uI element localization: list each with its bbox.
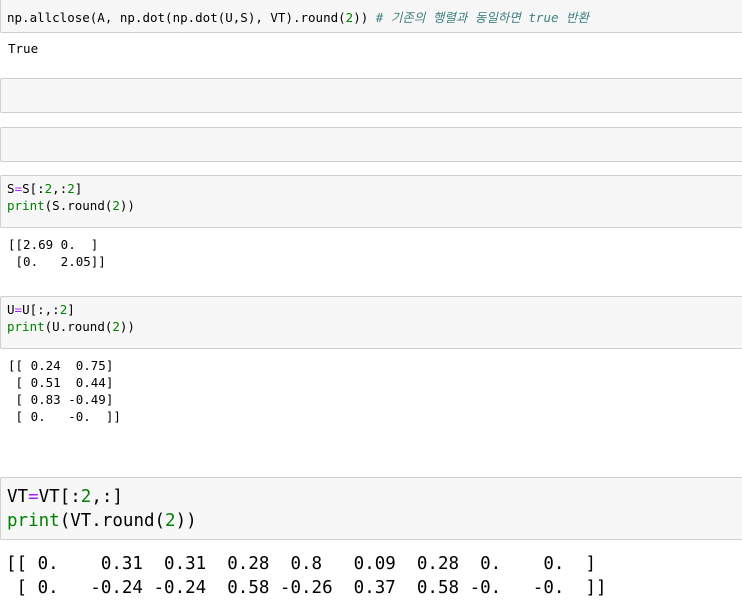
code-text: ]: [74, 181, 83, 196]
code-text: (S.round(: [44, 198, 113, 213]
cell-output-vt-matrix: [[ 0. 0.31 0.31 0.28 0.8 0.09 0.28 0. 0.…: [6, 554, 607, 598]
code-operator: =: [14, 181, 23, 196]
code-text: ,:]: [91, 487, 123, 507]
cell-output-u-matrix: [[ 0.24 0.75] [ 0.51 0.44] [ 0.83 -0.49]…: [8, 358, 121, 424]
code-operator: =: [14, 302, 23, 317]
code-variable: U: [7, 302, 15, 317]
code-variable: VT: [7, 487, 29, 507]
number-literal: 2: [165, 511, 176, 531]
code-text: (U.round(: [44, 319, 113, 334]
code-text: )): [353, 10, 376, 25]
cell-output-allclose: True: [8, 41, 39, 56]
number-literal: 2: [112, 198, 120, 213]
code-text: )): [119, 319, 135, 334]
code-text: S[:: [22, 181, 45, 196]
code-text: )): [175, 511, 197, 531]
code-text: ]: [67, 302, 75, 317]
cell-output-s-matrix: [[2.69 0. ] [0. 2.05]]: [8, 237, 106, 269]
number-literal: 2: [112, 319, 120, 334]
code-text: )): [119, 198, 135, 213]
code-cell-u-slice-input[interactable]: U=U[:,:2] print(U.round(2)): [0, 296, 742, 349]
code-operator: =: [28, 487, 39, 507]
code-text: U[:,:: [22, 302, 60, 317]
code-comment: # 기존의 행렬과 동일하면 true 반환: [375, 10, 590, 25]
code-text: (VT.round(: [59, 511, 166, 531]
code-cell-allclose-input[interactable]: np.allclose(A, np.dot(np.dot(U,S), VT).r…: [0, 0, 742, 33]
number-literal: 2: [80, 487, 92, 507]
builtin-print: print: [7, 319, 45, 334]
code-variable: S: [7, 181, 15, 196]
code-cell-empty-input[interactable]: [0, 127, 742, 162]
number-literal: 2: [67, 181, 75, 196]
code-cell-vt-slice-input[interactable]: VT=VT[:2,:] print(VT.round(2)): [0, 477, 742, 540]
code-text: np.allclose(A, np.dot(np.dot(U,S), VT).r…: [7, 10, 346, 25]
builtin-print: print: [7, 511, 60, 531]
code-text: ,:: [52, 181, 68, 196]
code-text: VT[:: [38, 487, 81, 507]
code-cell-empty-input[interactable]: [0, 78, 742, 113]
code-cell-s-slice-input[interactable]: S=S[:2,:2] print(S.round(2)): [0, 175, 742, 228]
builtin-print: print: [7, 198, 45, 213]
